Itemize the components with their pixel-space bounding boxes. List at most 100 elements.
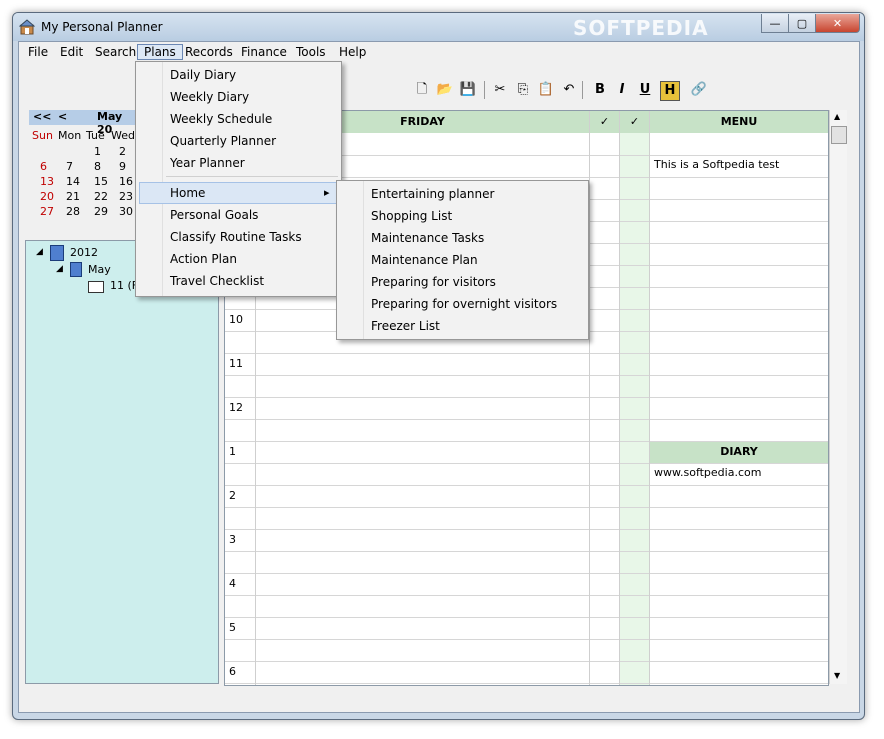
copy-icon[interactable]: ⎘ xyxy=(514,81,532,99)
menu-item-year-planner[interactable]: Year Planner xyxy=(170,153,245,173)
time-label: 4 xyxy=(229,577,236,590)
calendar-day[interactable]: 8 xyxy=(94,160,101,173)
menu-search[interactable]: Search xyxy=(89,44,142,60)
calendar-day[interactable]: 16 xyxy=(119,175,133,188)
calendar-day[interactable]: 6 xyxy=(40,160,47,173)
paste-icon[interactable]: 📋 xyxy=(537,81,555,99)
menu-item-preparing-for-overnight-visitors[interactable]: Preparing for overnight visitors xyxy=(371,294,557,314)
calendar-day[interactable]: 15 xyxy=(94,175,108,188)
bold-icon[interactable]: B xyxy=(591,81,609,99)
calendar-day[interactable]: 23 xyxy=(119,190,133,203)
check-column-1: ✓ xyxy=(590,111,619,133)
calendar-day[interactable]: 20 xyxy=(40,190,54,203)
link-icon[interactable]: 🔗 xyxy=(690,81,708,99)
calendar-day[interactable]: 27 xyxy=(40,205,54,218)
scroll-up-icon[interactable]: ▲ xyxy=(834,112,840,121)
menu-help[interactable]: Help xyxy=(333,44,372,60)
minimize-button[interactable]: — xyxy=(761,14,789,33)
time-label: 6 xyxy=(229,665,236,678)
tree-expand-icon[interactable]: ◢ xyxy=(56,264,63,274)
calendar-day[interactable]: 2 xyxy=(119,145,126,158)
menu-item-classify-routine-tasks[interactable]: Classify Routine Tasks xyxy=(170,227,302,247)
calendar-day[interactable]: 9 xyxy=(119,160,126,173)
menu-tools[interactable]: Tools xyxy=(290,44,332,60)
time-label: 12 xyxy=(229,401,243,414)
check-column-bg xyxy=(620,133,649,685)
calendar-day[interactable]: 28 xyxy=(66,205,80,218)
weekday-mon: Mon xyxy=(58,129,82,142)
menu-text[interactable]: This is a Softpedia test xyxy=(654,158,779,171)
time-label: 3 xyxy=(229,533,236,546)
title-bar[interactable]: My Personal Planner SOFTPEDIA — ▢ ✕ xyxy=(13,13,864,41)
menu-item-quarterly-planner[interactable]: Quarterly Planner xyxy=(170,131,276,151)
menu-item-weekly-diary[interactable]: Weekly Diary xyxy=(170,87,249,107)
grid-row-line xyxy=(225,397,828,398)
time-label: 11 xyxy=(229,357,243,370)
tree-node-year[interactable]: 2012 xyxy=(70,246,98,259)
time-label: 10 xyxy=(229,313,243,326)
calendar-day[interactable]: 14 xyxy=(66,175,80,188)
menu-finance[interactable]: Finance xyxy=(235,44,293,60)
menu-item-home[interactable]: Home xyxy=(170,183,205,203)
time-label: 1 xyxy=(229,445,236,458)
menu-item-weekly-schedule[interactable]: Weekly Schedule xyxy=(170,109,272,129)
calendar-day[interactable]: 30 xyxy=(119,205,133,218)
grid-row-line xyxy=(225,441,828,442)
menu-item-freezer-list[interactable]: Freezer List xyxy=(371,316,440,336)
menu-item-travel-checklist[interactable]: Travel Checklist xyxy=(170,271,264,291)
tree-expand-icon[interactable]: ◢ xyxy=(36,247,43,257)
grid-row-line xyxy=(225,595,828,596)
diary-text[interactable]: www.softpedia.com xyxy=(654,466,761,479)
calendar-day[interactable]: 29 xyxy=(94,205,108,218)
prev-year-button[interactable]: << xyxy=(33,110,51,123)
calendar-page-icon xyxy=(88,281,104,293)
menu-gutter xyxy=(162,62,163,296)
calendar-day[interactable]: 13 xyxy=(40,175,54,188)
maximize-button[interactable]: ▢ xyxy=(788,14,816,33)
italic-icon[interactable]: I xyxy=(613,81,631,99)
time-label: 5 xyxy=(229,621,236,634)
prev-month-button[interactable]: < xyxy=(58,110,67,123)
save-icon[interactable]: 💾 xyxy=(459,81,477,99)
date-tree: ◢ 2012 ◢ May 11 (Fr xyxy=(25,240,219,684)
submenu-arrow-icon: ▸ xyxy=(324,186,330,199)
menu-file[interactable]: File xyxy=(22,44,54,60)
weekday-sun: Sun xyxy=(32,129,53,142)
menu-item-maintenance-plan[interactable]: Maintenance Plan xyxy=(371,250,478,270)
undo-icon[interactable]: ↶ xyxy=(560,81,578,99)
book-icon xyxy=(70,262,82,277)
scroll-thumb[interactable] xyxy=(831,126,847,144)
close-button[interactable]: ✕ xyxy=(815,14,860,33)
open-folder-icon[interactable]: 📂 xyxy=(436,81,454,99)
menu-bar: File Edit Search Plans Records Finance T… xyxy=(19,42,859,62)
grid-row-line xyxy=(225,661,828,662)
highlight-icon[interactable]: H xyxy=(660,81,680,101)
menu-plans[interactable]: Plans xyxy=(137,44,183,60)
window-title: My Personal Planner xyxy=(41,20,163,34)
cut-icon[interactable]: ✂ xyxy=(491,81,509,99)
menu-records[interactable]: Records xyxy=(179,44,239,60)
calendar-day[interactable]: 7 xyxy=(66,160,73,173)
menu-item-home-highlight xyxy=(139,182,338,204)
grid-row-line xyxy=(225,617,828,618)
menu-gutter xyxy=(363,181,364,339)
menu-separator xyxy=(166,176,338,177)
toolbar-separator xyxy=(484,81,485,99)
calendar-day[interactable]: 21 xyxy=(66,190,80,203)
new-document-icon[interactable]: 🗋 xyxy=(413,81,431,99)
home-submenu: Entertaining planner Shopping List Maint… xyxy=(336,180,589,340)
menu-item-personal-goals[interactable]: Personal Goals xyxy=(170,205,258,225)
calendar-day[interactable]: 1 xyxy=(94,145,101,158)
menu-item-shopping-list[interactable]: Shopping List xyxy=(371,206,452,226)
menu-item-entertaining-planner[interactable]: Entertaining planner xyxy=(371,184,494,204)
menu-item-action-plan[interactable]: Action Plan xyxy=(170,249,237,269)
vertical-scrollbar[interactable]: ▲ ▼ xyxy=(829,110,847,684)
menu-edit[interactable]: Edit xyxy=(54,44,89,60)
scroll-down-icon[interactable]: ▼ xyxy=(834,671,840,680)
calendar-day[interactable]: 22 xyxy=(94,190,108,203)
tree-node-month[interactable]: May xyxy=(88,263,111,276)
menu-item-daily-diary[interactable]: Daily Diary xyxy=(170,65,236,85)
menu-item-preparing-for-visitors[interactable]: Preparing for visitors xyxy=(371,272,496,292)
underline-icon[interactable]: U xyxy=(636,81,654,99)
menu-item-maintenance-tasks[interactable]: Maintenance Tasks xyxy=(371,228,484,248)
